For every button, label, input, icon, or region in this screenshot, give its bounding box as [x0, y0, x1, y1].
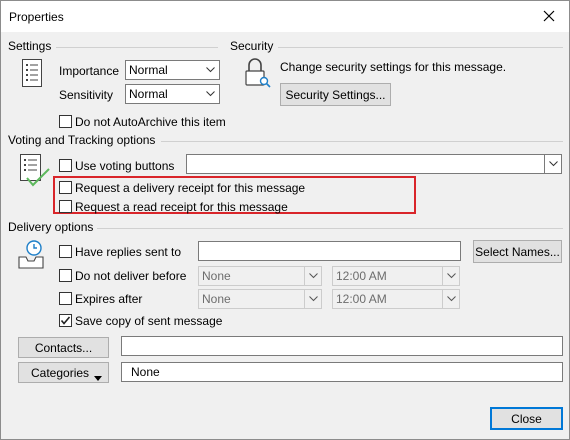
sensitivity-value: Normal — [129, 87, 168, 101]
voting-options-select[interactable] — [186, 154, 562, 174]
use-voting-checkbox[interactable] — [59, 159, 72, 172]
save-copy-label: Save copy of sent message — [75, 314, 223, 328]
expires-time: 12:00 AM — [336, 292, 387, 306]
expires-after-label: Expires after — [75, 292, 143, 306]
read-receipt-label: Request a read receipt for this message — [75, 200, 288, 214]
delivery-receipt-checkbox[interactable] — [59, 181, 72, 194]
chevron-down-icon — [304, 267, 321, 285]
close-icon[interactable] — [539, 6, 559, 26]
select-names-label: Select Names... — [475, 244, 560, 259]
replies-to-input[interactable] — [198, 241, 461, 261]
expires-date-select[interactable]: None — [198, 289, 322, 309]
title-bar: Properties — [1, 1, 569, 32]
settings-divider — [56, 47, 218, 48]
delivery-receipt-label: Request a delivery receipt for this mess… — [75, 181, 306, 195]
autoarchive-checkbox[interactable] — [59, 115, 72, 128]
have-replies-label: Have replies sent to — [75, 245, 182, 259]
contacts-button[interactable]: Contacts... — [18, 337, 109, 358]
read-receipt-checkbox[interactable] — [59, 200, 72, 213]
security-settings-label: Security Settings... — [285, 87, 386, 102]
chevron-down-icon — [202, 85, 219, 103]
voting-divider — [161, 141, 563, 142]
security-divider — [278, 47, 563, 48]
autoarchive-label: Do not AutoArchive this item — [75, 115, 226, 129]
categories-input[interactable]: None — [121, 362, 563, 382]
sensitivity-label: Sensitivity — [59, 88, 114, 102]
chevron-down-icon — [202, 61, 219, 79]
delivery-heading: Delivery options — [8, 220, 94, 234]
save-copy-checkbox[interactable] — [59, 314, 72, 327]
clock-tray-icon — [17, 239, 45, 271]
chevron-down-icon — [442, 267, 459, 285]
checkmark-icon — [60, 316, 71, 325]
security-settings-button[interactable]: Security Settings... — [280, 83, 391, 106]
do-not-deliver-time: 12:00 AM — [336, 269, 387, 283]
contacts-input[interactable] — [121, 336, 563, 356]
close-button[interactable]: Close — [490, 407, 563, 430]
categories-value: None — [131, 365, 160, 379]
do-not-deliver-label: Do not deliver before — [75, 269, 187, 283]
sensitivity-select[interactable]: Normal — [125, 84, 220, 104]
categories-label: Categories — [31, 365, 90, 380]
close-label: Close — [511, 411, 542, 426]
do-not-deliver-date-select[interactable]: None — [198, 266, 322, 286]
expires-date: None — [202, 292, 231, 306]
lock-icon — [245, 57, 271, 89]
select-names-button[interactable]: Select Names... — [473, 240, 562, 263]
categories-button[interactable]: Categories — [18, 362, 109, 383]
expires-time-select[interactable]: 12:00 AM — [332, 289, 460, 309]
have-replies-checkbox[interactable] — [59, 245, 72, 258]
settings-heading: Settings — [8, 39, 52, 53]
contacts-label: Contacts... — [34, 340, 93, 355]
security-description: Change security settings for this messag… — [280, 60, 507, 74]
do-not-deliver-date: None — [202, 269, 231, 283]
properties-dialog: Properties Settings Importance Normal Se… — [0, 0, 570, 440]
checklist-icon — [19, 154, 51, 188]
use-voting-label: Use voting buttons — [75, 159, 175, 173]
voting-heading: Voting and Tracking options — [8, 133, 156, 147]
importance-select[interactable]: Normal — [125, 60, 220, 80]
delivery-divider — [97, 228, 563, 229]
list-icon — [21, 59, 43, 87]
chevron-down-icon — [304, 290, 321, 308]
do-not-deliver-checkbox[interactable] — [59, 269, 72, 282]
dropdown-arrow-icon — [94, 370, 102, 384]
importance-label: Importance — [59, 64, 120, 78]
security-heading: Security — [230, 39, 274, 53]
chevron-down-icon — [442, 290, 459, 308]
window-title: Properties — [9, 10, 64, 24]
chevron-down-icon — [544, 155, 561, 173]
importance-value: Normal — [129, 63, 168, 77]
expires-after-checkbox[interactable] — [59, 292, 72, 305]
do-not-deliver-time-select[interactable]: 12:00 AM — [332, 266, 460, 286]
